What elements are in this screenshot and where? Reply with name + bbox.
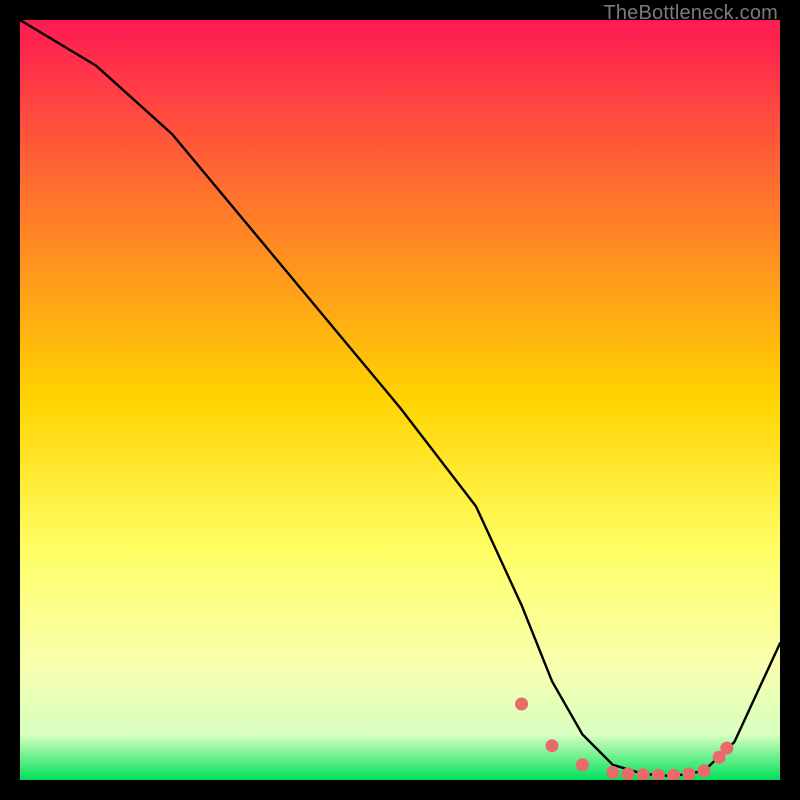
curve-marker <box>576 758 589 771</box>
gradient-background <box>20 20 780 780</box>
curve-marker <box>720 742 733 755</box>
curve-marker <box>606 766 619 779</box>
curve-marker <box>698 764 711 777</box>
watermark-text: TheBottleneck.com <box>603 2 778 25</box>
curve-marker <box>622 767 635 780</box>
bottleneck-chart <box>20 20 780 780</box>
curve-marker <box>682 767 695 780</box>
curve-marker <box>546 739 559 752</box>
curve-marker <box>515 698 528 711</box>
